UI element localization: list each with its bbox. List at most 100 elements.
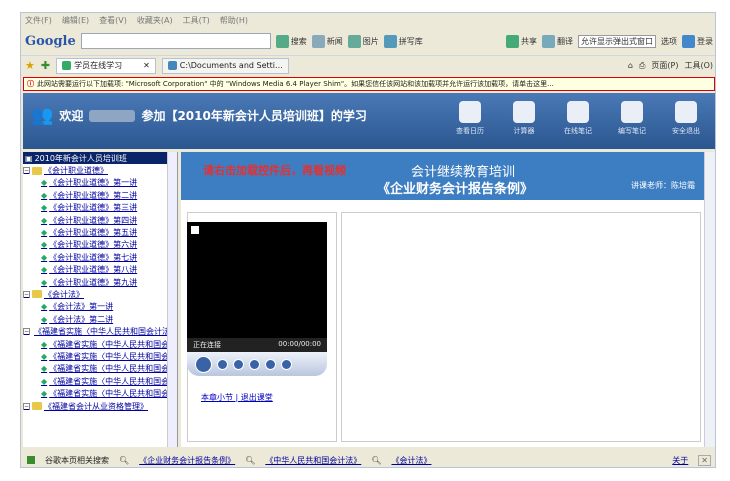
menu-view[interactable]: 查看(V) — [99, 15, 127, 25]
info-icon: ⓘ — [27, 80, 34, 88]
bullet-icon: ◆ — [41, 277, 48, 287]
news-button[interactable]: 新闻 — [311, 34, 343, 48]
collapse-icon[interactable]: − — [23, 290, 30, 298]
home-icon[interactable]: ⌂ — [628, 61, 633, 70]
popup-button[interactable]: 允许显示弹出式窗口 — [578, 34, 656, 48]
login-button[interactable]: 登录 — [682, 34, 713, 48]
tree-item[interactable]: ◆《福建省实施〈中华人民共和国会计法〉办法》 — [23, 375, 177, 387]
collapse-icon[interactable]: − — [23, 328, 30, 336]
options-button[interactable]: 选项 — [661, 36, 677, 47]
tree-group[interactable]: − 《福建省会计从业资格管理》 — [23, 400, 177, 412]
share-icon — [506, 34, 519, 48]
calculator-button[interactable]: 计算器 — [499, 101, 549, 136]
tree-item[interactable]: ◆ 《会计法》第二讲 — [23, 313, 177, 325]
tree-root[interactable]: ▣ 2010年新会计人员培训班 — [23, 152, 177, 165]
related-keyword-1[interactable]: 《企业财务会计报告条例》 — [139, 455, 235, 466]
user-icon — [682, 34, 695, 48]
add-favorites-icon[interactable]: ✚ — [41, 59, 50, 72]
page-menu[interactable]: 页面(P) — [651, 60, 678, 71]
player-time: 00:00/00:00 — [278, 340, 321, 348]
tree-item[interactable]: ◆《福建省实施〈中华人民共和国会计法〉办法》 — [23, 338, 177, 350]
collapse-icon[interactable]: − — [23, 402, 30, 410]
chapter-links[interactable]: 本章小节 | 退出课堂 — [201, 392, 273, 403]
tree-item[interactable]: ◆ 《会计职业道德》第二讲 — [23, 189, 177, 201]
username-blurred — [89, 109, 136, 122]
google-search-button[interactable]: 搜索 — [275, 34, 307, 48]
notes-icon — [567, 101, 589, 123]
search-icon: 🔍︎ — [245, 455, 256, 465]
menu-edit[interactable]: 编辑(E) — [62, 15, 89, 25]
translate-icon — [542, 34, 555, 48]
tree-item[interactable]: ◆ 《会计职业道德》第三讲 — [23, 202, 177, 214]
online-notes-button[interactable]: 在线笔记 — [553, 101, 603, 136]
logout-button[interactable]: 安全退出 — [661, 101, 711, 136]
calendar-icon — [459, 101, 481, 123]
main-content: 请右击加载控件后，再看视频 会计继续教育培训 《企业财务会计报告条例》 讲课老师… — [181, 152, 715, 447]
rewind-button[interactable] — [233, 358, 244, 370]
forward-button[interactable] — [249, 358, 260, 370]
tree-item[interactable]: ◆《福建省实施〈中华人民共和国会计法〉办法》 — [23, 387, 177, 399]
pause-button[interactable] — [195, 355, 212, 373]
related-search-bar: 谷歌本页相关搜索 🔍︎ 《企业财务会计报告条例》 🔍︎ 《中华人民共和国会计法》… — [21, 451, 715, 467]
related-label: 谷歌本页相关搜索 — [45, 455, 109, 465]
mute-button[interactable] — [265, 358, 276, 370]
share-button[interactable]: 共享 — [506, 34, 537, 48]
player-logo-icon — [191, 226, 199, 234]
spell-icon — [383, 34, 397, 48]
menu-help[interactable]: 帮助(H) — [220, 15, 248, 25]
plugin-warning: 请右击加载控件后，再看视频 — [203, 164, 346, 177]
tree-item[interactable]: ◆ 《会计法》第一讲 — [23, 301, 177, 313]
main-scrollbar[interactable] — [704, 152, 715, 447]
bullet-icon: ◆ — [41, 190, 48, 200]
tree-group[interactable]: − 《会计职业道德》 — [23, 164, 177, 176]
close-icon[interactable]: ✕ — [698, 454, 711, 466]
player-status-bar: 正在连接 00:00/00:00 — [187, 338, 327, 352]
bullet-icon: ◆ — [41, 252, 48, 262]
spell-button[interactable]: 拼写库 — [383, 34, 423, 48]
tools-menu[interactable]: 工具(O) — [684, 60, 713, 71]
tree-group[interactable]: − 《会计法》 — [23, 288, 177, 300]
infobar[interactable]: ⓘ 此网站需要运行以下加载项: "Microsoft Corporation" … — [23, 77, 715, 91]
related-keyword-2[interactable]: 《中华人民共和国会计法》 — [265, 455, 361, 466]
tree-group[interactable]: −《福建省实施〈中华人民共和国会计法〉办法》 — [23, 325, 177, 337]
player-controls — [187, 352, 327, 376]
power-icon — [675, 101, 697, 123]
tab-documents[interactable]: C:\Documents and Setti... — [161, 57, 289, 74]
bullet-icon: ◆ — [41, 302, 48, 312]
images-button[interactable]: 图片 — [347, 34, 379, 48]
media-player-screen[interactable] — [187, 222, 327, 350]
about-link[interactable]: 关于 — [672, 455, 688, 466]
translate-button[interactable]: 翻译 — [542, 34, 573, 48]
tree-item[interactable]: ◆ 《会计职业道德》第九讲 — [23, 276, 177, 288]
bullet-icon: ◆ — [41, 364, 48, 374]
tree-item[interactable]: ◆ 《会计职业道德》第五讲 — [23, 226, 177, 238]
tree-item[interactable]: ◆《福建省实施〈中华人民共和国会计法〉办法》 — [23, 350, 177, 362]
tree-item[interactable]: ◆ 《会计职业道德》第六讲 — [23, 239, 177, 251]
tree-item[interactable]: ◆ 《会计职业道德》第一讲 — [23, 177, 177, 189]
calendar-button[interactable]: 查看日历 — [445, 101, 495, 136]
folder-icon — [32, 166, 42, 175]
related-keyword-3[interactable]: 《会计法》 — [391, 455, 431, 466]
welcome-area: 👥 欢迎 参加【2010年新会计人员培训班】的学习 — [31, 105, 367, 126]
tree-item[interactable]: ◆ 《会计职业道德》第八讲 — [23, 264, 177, 276]
favorites-star-icon[interactable]: ★ — [25, 59, 35, 72]
menu-file[interactable]: 文件(F) — [25, 15, 52, 25]
collapse-icon[interactable]: − — [23, 167, 30, 175]
course-banner: 请右击加载控件后，再看视频 会计继续教育培训 《企业财务会计报告条例》 讲课老师… — [181, 152, 715, 200]
close-icon[interactable]: ✕ — [143, 61, 150, 70]
pencil-icon — [621, 101, 643, 123]
search-icon: 🔍︎ — [371, 455, 382, 465]
volume-button[interactable] — [281, 358, 292, 370]
write-notes-button[interactable]: 编写笔记 — [607, 101, 657, 136]
google-search-input[interactable] — [80, 33, 271, 49]
tab-learning[interactable]: 学员在线学习 ✕ — [56, 57, 156, 74]
news-icon — [311, 34, 325, 48]
tree-item[interactable]: ◆ 《会计职业道德》第四讲 — [23, 214, 177, 226]
menu-favorites[interactable]: 收藏夹(A) — [137, 15, 173, 25]
stop-button[interactable] — [217, 358, 228, 370]
sidebar-scrollbar[interactable] — [167, 152, 177, 447]
tree-item[interactable]: ◆《福建省实施〈中华人民共和国会计法〉办法》 — [23, 363, 177, 375]
tree-item[interactable]: ◆ 《会计职业道德》第七讲 — [23, 251, 177, 263]
menu-tools[interactable]: 工具(T) — [183, 15, 210, 25]
print-icon[interactable]: ⎙ — [639, 61, 645, 71]
